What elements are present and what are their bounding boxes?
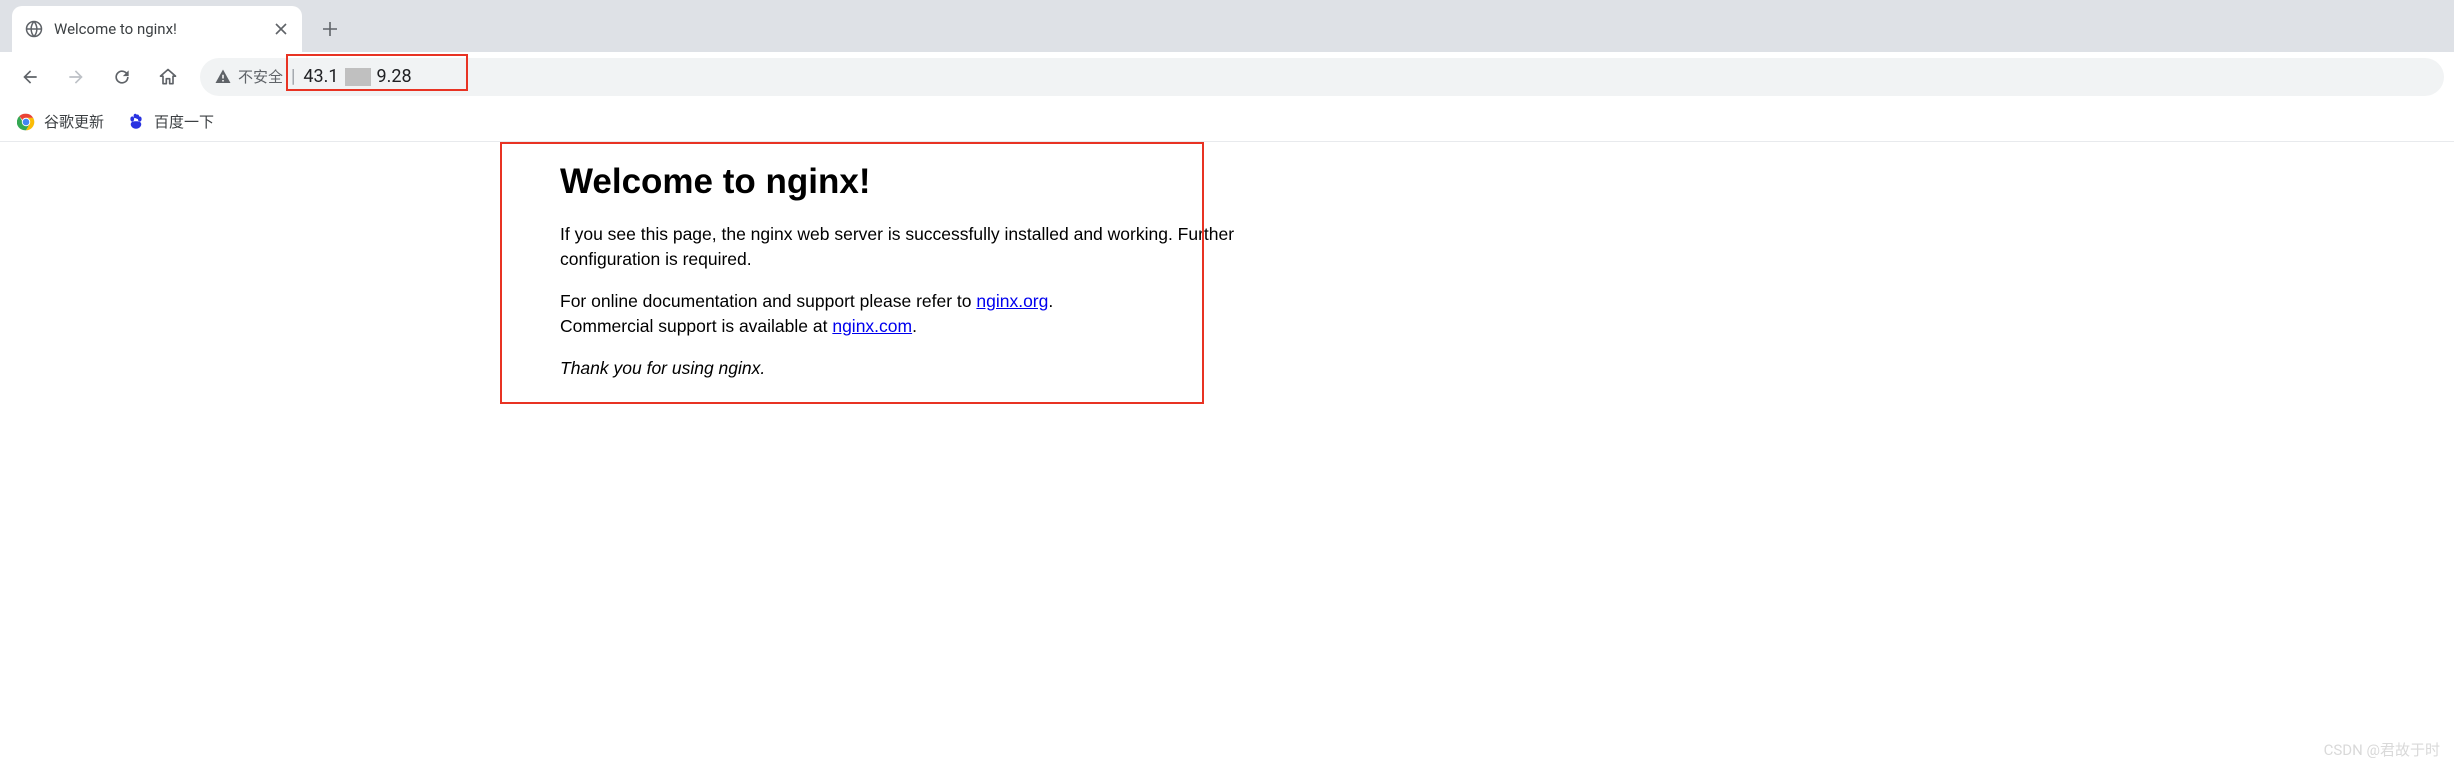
forward-button[interactable]	[56, 57, 96, 97]
page-paragraph-2: For online documentation and support ple…	[560, 289, 1240, 340]
reload-button[interactable]	[102, 57, 142, 97]
bookmark-label: 谷歌更新	[44, 111, 104, 132]
chrome-icon	[16, 112, 36, 132]
warning-icon	[214, 68, 232, 86]
tab-bar: Welcome to nginx!	[0, 0, 2454, 52]
redacted-segment	[345, 68, 371, 86]
bookmark-label: 百度一下	[154, 111, 214, 132]
baidu-icon	[126, 112, 146, 132]
bookmark-chrome-update[interactable]: 谷歌更新	[16, 111, 104, 132]
page-paragraph-1: If you see this page, the nginx web serv…	[560, 222, 1240, 273]
security-label: 不安全	[238, 66, 283, 87]
address-bar[interactable]: 不安全 | 43.19.28	[200, 58, 2444, 96]
url-text: 43.19.28	[303, 66, 411, 87]
home-button[interactable]	[148, 57, 188, 97]
link-nginx-com[interactable]: nginx.com	[832, 316, 912, 336]
page-thankyou: Thank you for using nginx.	[560, 356, 1240, 381]
page-content: Welcome to nginx! If you see this page, …	[0, 142, 2454, 381]
bookmarks-bar: 谷歌更新 百度一下	[0, 102, 2454, 142]
browser-tab[interactable]: Welcome to nginx!	[12, 6, 302, 52]
back-button[interactable]	[10, 57, 50, 97]
bookmark-baidu[interactable]: 百度一下	[126, 111, 214, 132]
separator: |	[291, 66, 295, 87]
new-tab-button[interactable]	[312, 11, 348, 47]
close-icon[interactable]	[272, 20, 290, 38]
link-nginx-org[interactable]: nginx.org	[976, 291, 1048, 311]
page-heading: Welcome to nginx!	[560, 162, 1240, 202]
toolbar: 不安全 | 43.19.28	[0, 52, 2454, 102]
security-status[interactable]: 不安全	[214, 66, 283, 87]
tab-title: Welcome to nginx!	[54, 20, 262, 38]
watermark: CSDN @君故于时	[2324, 739, 2440, 760]
globe-icon	[24, 19, 44, 39]
nginx-welcome: Welcome to nginx! If you see this page, …	[560, 142, 1240, 381]
